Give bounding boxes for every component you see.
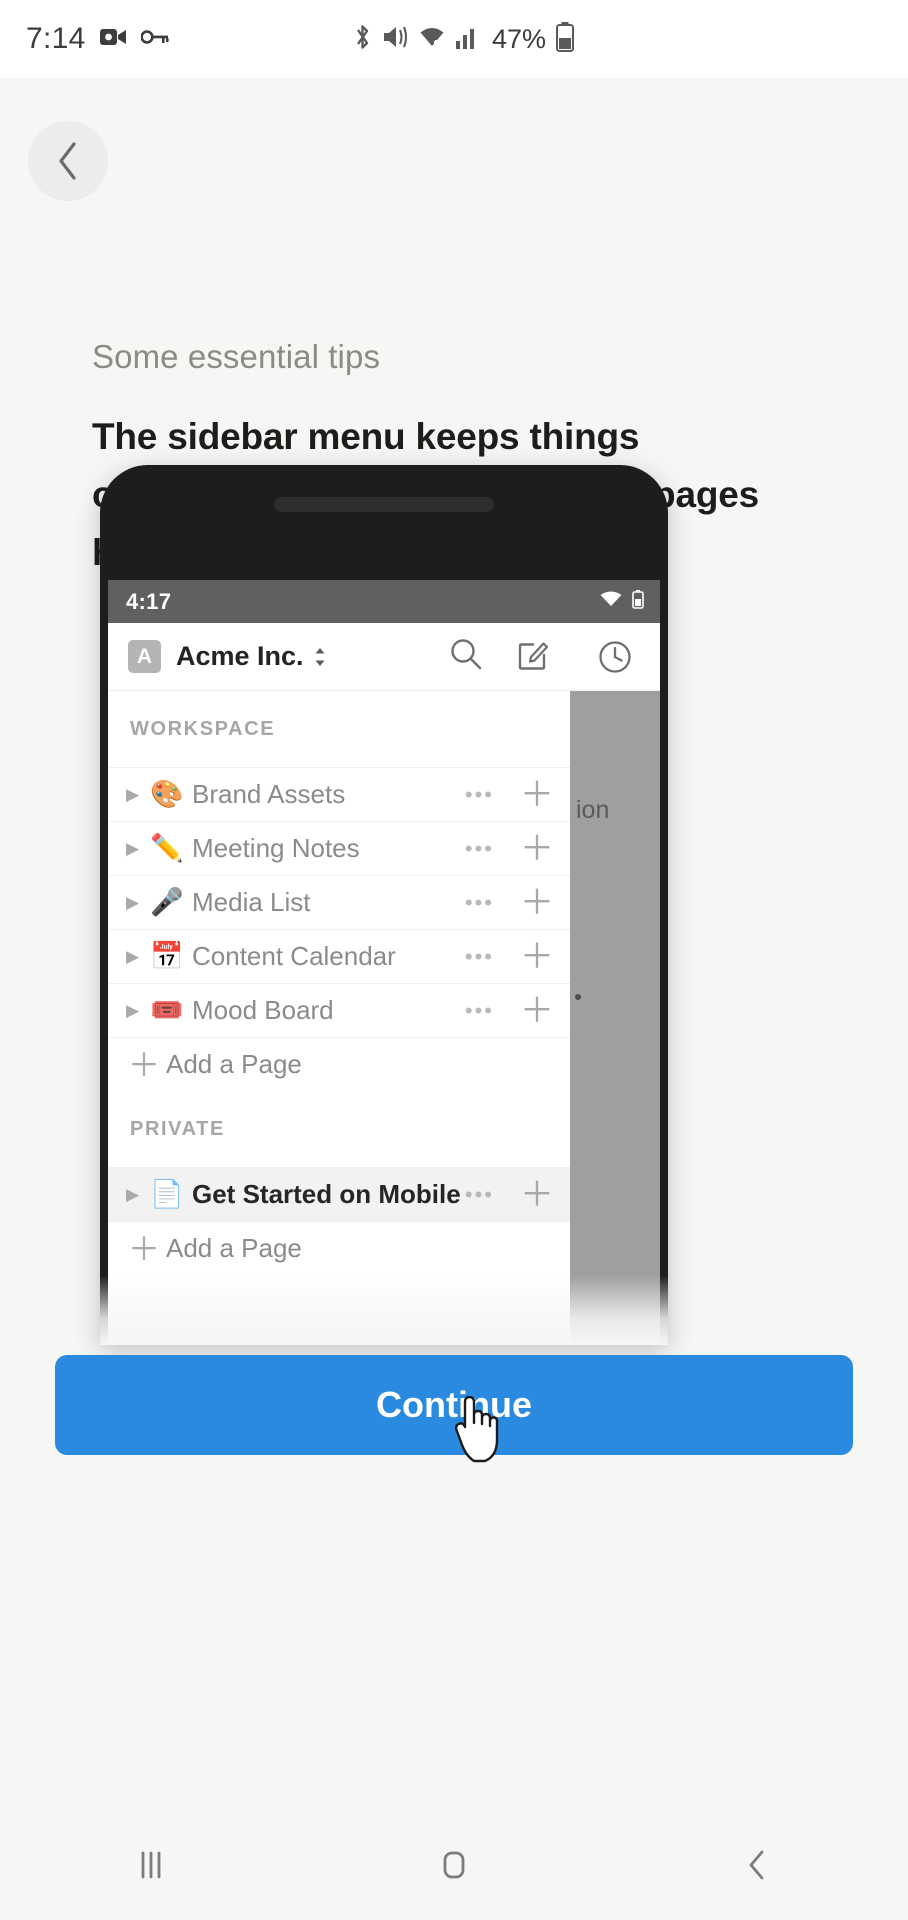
more-options-icon[interactable]: ••• xyxy=(465,945,494,968)
add-a-page-label: Add a Page xyxy=(166,1233,302,1263)
history-clock-icon xyxy=(599,640,631,673)
page-row-actions: ••• ＋ xyxy=(465,994,554,1028)
expand-triangle-icon[interactable]: ▶ xyxy=(126,1186,148,1203)
status-bar-clock: 7:14 xyxy=(26,22,86,55)
more-options-icon[interactable]: ••• xyxy=(465,783,494,806)
phone-speaker-grille xyxy=(274,497,494,512)
workspace-name[interactable]: Acme Inc. xyxy=(176,641,304,672)
back-button[interactable] xyxy=(697,1825,817,1905)
expand-triangle-icon[interactable]: ▶ xyxy=(126,948,148,965)
more-options-icon[interactable]: ••• xyxy=(465,999,494,1022)
search-icon[interactable] xyxy=(448,636,484,677)
status-bar-left-group: 7:14 xyxy=(26,22,169,56)
drawer-sections: WORKSPACE ▶ 🎨 Brand Assets ••• ＋ ▶ ✏️ Meeting No… xyxy=(108,691,570,1275)
history-clock-icon-button[interactable] xyxy=(570,623,660,691)
add-a-page-label: Add a Page xyxy=(166,1049,302,1079)
key-icon xyxy=(139,28,169,51)
page-row[interactable]: ▶ 🎤 Media List ••• ＋ xyxy=(108,875,570,929)
recents-button[interactable] xyxy=(91,1825,211,1905)
page-title-label: Mood Board xyxy=(192,995,334,1025)
status-bar-right-group: 47% xyxy=(352,21,575,57)
artist-palette-emoji: 🎨 xyxy=(150,779,184,809)
workspace-switcher-chevrons-icon[interactable] xyxy=(313,645,327,669)
continue-button[interactable]: Continue xyxy=(55,1355,853,1455)
workspace-avatar: A xyxy=(128,640,161,673)
drawer-header: A Acme Inc. xyxy=(108,623,570,691)
section-label: WORKSPACE xyxy=(130,718,276,740)
page-title-label: Content Calendar xyxy=(192,941,396,971)
expand-triangle-icon[interactable]: ▶ xyxy=(126,1002,148,1019)
add-subpage-icon[interactable]: ＋ xyxy=(520,886,554,920)
back-button[interactable] xyxy=(28,121,108,201)
expand-triangle-icon[interactable]: ▶ xyxy=(126,894,148,911)
chevron-left-icon xyxy=(59,142,76,180)
plus-icon: ＋ xyxy=(128,1046,161,1083)
bluetooth-icon xyxy=(352,23,373,56)
sidebar-drawer: A Acme Inc. WORKSPACE ▶ 🎨 Brand Assets •… xyxy=(108,623,570,1345)
section-label: PRIVATE xyxy=(130,1118,225,1140)
more-options-icon[interactable]: ••• xyxy=(465,837,494,860)
plus-icon: ＋ xyxy=(128,1230,161,1267)
page-title-label: Brand Assets xyxy=(192,779,346,809)
phone-screen: 4:17 ion A Acme Inc. WORKSPACE ▶ 🎨 Brand… xyxy=(108,580,660,1345)
android-nav-bar xyxy=(0,1810,908,1920)
battery-icon xyxy=(632,589,644,614)
onboarding-page: Some essential tips The sidebar menu kee… xyxy=(0,78,908,1920)
video-camera-icon xyxy=(99,27,127,52)
mockup-status-icons xyxy=(599,589,644,614)
page-title-label: Media List xyxy=(192,887,311,917)
drawer-header-actions xyxy=(448,636,556,677)
more-options-icon[interactable]: ••• xyxy=(465,1183,494,1206)
compose-icon[interactable] xyxy=(516,637,550,676)
page-title-label: Get Started on Mobile xyxy=(192,1179,461,1209)
mockup-clock: 4:17 xyxy=(126,588,172,614)
page-row[interactable]: ▶ ✏️ Meeting Notes ••• ＋ xyxy=(108,821,570,875)
add-subpage-icon[interactable]: ＋ xyxy=(520,778,554,812)
os-status-bar: 7:14 47% xyxy=(0,0,908,78)
page-row-actions: ••• ＋ xyxy=(465,940,554,974)
pencil-emoji: ✏️ xyxy=(150,833,184,863)
expand-triangle-icon[interactable]: ▶ xyxy=(126,840,148,857)
admit-one-ticket-emoji: 🎟️ xyxy=(150,995,184,1025)
battery-percent-label: 47% xyxy=(492,23,547,54)
page-row[interactable]: ▶ 🎨 Brand Assets ••• ＋ xyxy=(108,767,570,821)
mute-vibrate-icon xyxy=(382,23,409,56)
calendar-emoji: 📅 xyxy=(150,941,184,971)
home-button[interactable] xyxy=(394,1825,514,1905)
expand-triangle-icon[interactable]: ▶ xyxy=(126,786,148,803)
battery-icon xyxy=(555,21,575,57)
microphone-emoji: 🎤 xyxy=(150,887,184,917)
wifi-icon xyxy=(418,24,446,55)
more-options-icon[interactable]: ••• xyxy=(465,891,494,914)
mockup-status-bar: 4:17 xyxy=(108,580,660,623)
add-subpage-icon[interactable]: ＋ xyxy=(520,1178,554,1212)
page-row-actions: ••• ＋ xyxy=(465,1178,554,1212)
add-subpage-icon[interactable]: ＋ xyxy=(520,940,554,974)
page-document-emoji: 📄 xyxy=(150,1179,184,1209)
add-a-page-row[interactable]: ＋ Add a Page xyxy=(108,1221,570,1275)
scrim-bullet-dot xyxy=(575,994,581,1000)
page-eyebrow: Some essential tips xyxy=(92,338,381,375)
page-row[interactable]: ▶ 📄 Get Started on Mobile ••• ＋ xyxy=(108,1167,570,1221)
page-row-actions: ••• ＋ xyxy=(465,886,554,920)
phone-mockup: 4:17 ion A Acme Inc. WORKSPACE ▶ 🎨 Brand… xyxy=(100,465,668,1345)
page-title-label: Meeting Notes xyxy=(192,833,360,863)
cellular-signal-icon xyxy=(455,24,479,55)
page-row-actions: ••• ＋ xyxy=(465,778,554,812)
add-subpage-icon[interactable]: ＋ xyxy=(520,832,554,866)
page-row[interactable]: ▶ 🎟️ Mood Board ••• ＋ xyxy=(108,983,570,1037)
add-a-page-row[interactable]: ＋ Add a Page xyxy=(108,1037,570,1091)
scrim-page-text: ion xyxy=(576,796,610,824)
wifi-icon xyxy=(599,590,623,613)
page-row[interactable]: ▶ 📅 Content Calendar ••• ＋ xyxy=(108,929,570,983)
page-row-actions: ••• ＋ xyxy=(465,832,554,866)
add-subpage-icon[interactable]: ＋ xyxy=(520,994,554,1028)
